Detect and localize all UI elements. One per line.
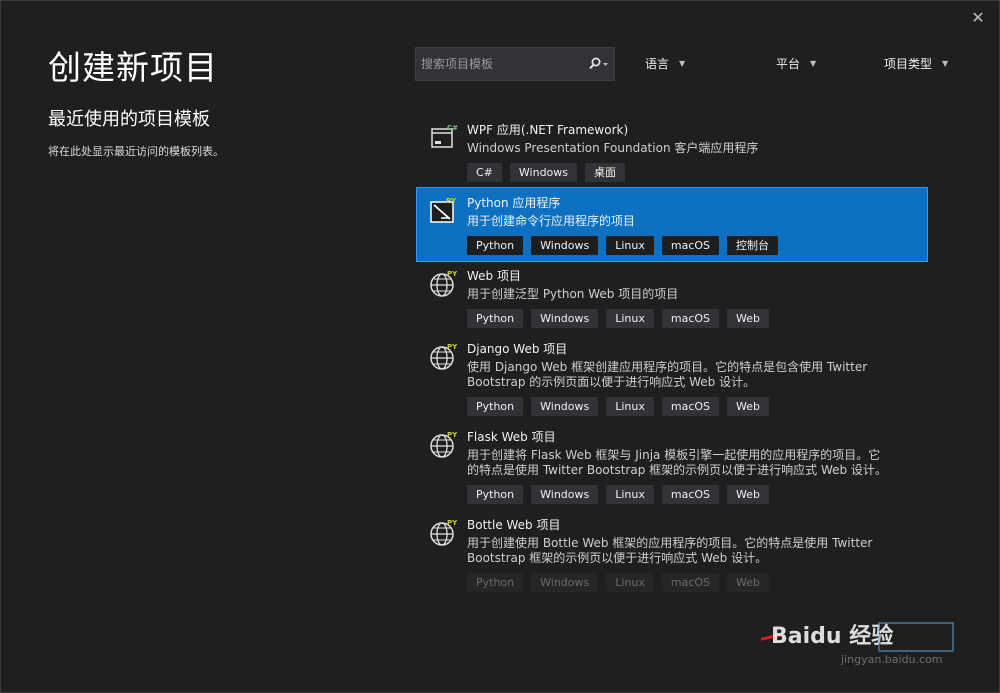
tag: Windows bbox=[531, 236, 599, 255]
tag: Python bbox=[467, 236, 524, 255]
project-type-filter[interactable]: 项目类型 ▼ bbox=[884, 55, 948, 72]
tag: Linux bbox=[606, 397, 654, 416]
tag: Web bbox=[727, 485, 770, 504]
tag: Python bbox=[467, 309, 524, 328]
python-web-icon: PY bbox=[430, 270, 458, 297]
python-badge: PY bbox=[447, 519, 458, 527]
python-badge: PY bbox=[446, 197, 457, 205]
python-console-icon: PY bbox=[430, 197, 457, 223]
create-project-dialog: ✕ 创建新项目 最近使用的项目模板 将在此处显示最近访问的模板列表。 语言 ▼ … bbox=[0, 0, 1000, 693]
search-box bbox=[415, 47, 615, 81]
template-title: Python 应用程序 bbox=[467, 196, 561, 210]
tag: macOS bbox=[661, 236, 720, 255]
tag: Linux bbox=[606, 573, 654, 592]
template-item-bottle[interactable]: PY Bottle Web 项目 用于创建使用 Bottle Web 框架的应用… bbox=[417, 510, 927, 598]
watermark-subtext: jingyan.baidu.com bbox=[840, 653, 943, 666]
search-dropdown-button[interactable] bbox=[584, 48, 614, 80]
tag: C# bbox=[467, 163, 502, 182]
chevron-down-icon: ▼ bbox=[679, 59, 686, 68]
template-item-flask[interactable]: PY Flask Web 项目 用于创建将 Flask Web 框架与 Jinj… bbox=[417, 422, 927, 510]
template-title: Django Web 项目 bbox=[467, 342, 568, 356]
python-web-icon: PY bbox=[430, 519, 458, 546]
template-description: 使用 Django Web 框架创建应用程序的项目。它的特点是包含使用 Twit… bbox=[467, 360, 868, 389]
template-description: Windows Presentation Foundation 客户端应用程序 bbox=[467, 141, 759, 155]
tag: Python bbox=[467, 485, 524, 504]
tag: Python bbox=[467, 573, 524, 592]
page-title: 创建新项目 bbox=[48, 48, 218, 87]
tag: macOS bbox=[661, 573, 720, 592]
python-badge: PY bbox=[447, 431, 458, 439]
template-description: 用于创建使用 Bottle Web 框架的应用程序的项目。它的特点是使用 Twi… bbox=[467, 536, 873, 565]
python-badge: PY bbox=[447, 343, 458, 351]
template-item-wpf[interactable]: C# WPF 应用(.NET Framework) Windows Presen… bbox=[417, 115, 927, 188]
tag-list: C# Windows 桌面 bbox=[467, 163, 927, 182]
language-filter-label: 语言 bbox=[645, 57, 670, 71]
platform-filter-label: 平台 bbox=[776, 57, 801, 71]
tag: macOS bbox=[661, 485, 720, 504]
tag: macOS bbox=[661, 309, 720, 328]
project-type-filter-label: 项目类型 bbox=[884, 57, 933, 71]
tag: Windows bbox=[531, 397, 599, 416]
search-icon bbox=[589, 57, 608, 70]
recent-templates-description: 将在此处显示最近访问的模板列表。 bbox=[48, 145, 224, 158]
tag: Linux bbox=[606, 485, 654, 504]
template-list: C# WPF 应用(.NET Framework) Windows Presen… bbox=[416, 115, 928, 598]
tag: Python bbox=[467, 397, 524, 416]
tag: Windows bbox=[531, 485, 599, 504]
template-title: Web 项目 bbox=[467, 269, 521, 283]
platform-filter[interactable]: 平台 ▼ bbox=[776, 55, 816, 72]
tag: macOS bbox=[661, 397, 720, 416]
template-item-django[interactable]: PY Django Web 项目 使用 Django Web 框架创建应用程序的… bbox=[417, 334, 927, 422]
wpf-app-icon: C# bbox=[431, 124, 458, 148]
tag-list: Python Windows Linux macOS Web bbox=[467, 309, 927, 328]
language-filter[interactable]: 语言 ▼ bbox=[645, 55, 685, 72]
tag: 控制台 bbox=[727, 236, 779, 255]
close-button[interactable]: ✕ bbox=[967, 7, 989, 29]
python-badge: PY bbox=[447, 270, 458, 278]
tag: Web bbox=[727, 573, 770, 592]
close-icon: ✕ bbox=[971, 8, 985, 27]
template-title: WPF 应用(.NET Framework) bbox=[467, 123, 629, 137]
tag-list: Python Windows Linux macOS Web bbox=[467, 573, 927, 592]
template-description: 用于创建将 Flask Web 框架与 Jinja 模板引擎一起使用的应用程序的… bbox=[467, 448, 887, 477]
template-title: Bottle Web 项目 bbox=[467, 518, 561, 532]
tag-list: Python Windows Linux macOS 控制台 bbox=[467, 236, 927, 255]
csharp-badge: C# bbox=[447, 124, 458, 132]
tag: Windows bbox=[531, 573, 599, 592]
tag: Linux bbox=[606, 309, 654, 328]
tag: 桌面 bbox=[585, 163, 626, 182]
tag: Linux bbox=[606, 236, 654, 255]
tag: Windows bbox=[531, 309, 599, 328]
template-description: 用于创建命令行应用程序的项目 bbox=[467, 214, 636, 228]
template-item-python-app[interactable]: PY Python 应用程序 用于创建命令行应用程序的项目 Python Win… bbox=[416, 187, 928, 262]
chevron-down-icon: ▼ bbox=[810, 59, 817, 68]
chevron-down-icon: ▼ bbox=[942, 59, 949, 68]
search-input[interactable] bbox=[416, 48, 584, 80]
baidu-watermark: Baidu 经验 jingyan.baidu.com bbox=[761, 622, 954, 666]
python-web-icon: PY bbox=[430, 343, 458, 370]
tag: Web bbox=[727, 309, 770, 328]
watermark-text: Baidu 经验 bbox=[771, 623, 893, 649]
tag-list: Python Windows Linux macOS Web bbox=[467, 485, 927, 504]
template-title: Flask Web 项目 bbox=[467, 430, 556, 444]
template-item-web[interactable]: PY Web 项目 用于创建泛型 Python Web 项目的项目 Python… bbox=[417, 261, 927, 334]
tag: Windows bbox=[509, 163, 578, 182]
tag-list: Python Windows Linux macOS Web bbox=[467, 397, 927, 416]
python-web-icon: PY bbox=[430, 431, 458, 458]
recent-templates-title: 最近使用的项目模板 bbox=[48, 109, 210, 130]
template-description: 用于创建泛型 Python Web 项目的项目 bbox=[467, 287, 679, 301]
tag: Web bbox=[727, 397, 770, 416]
